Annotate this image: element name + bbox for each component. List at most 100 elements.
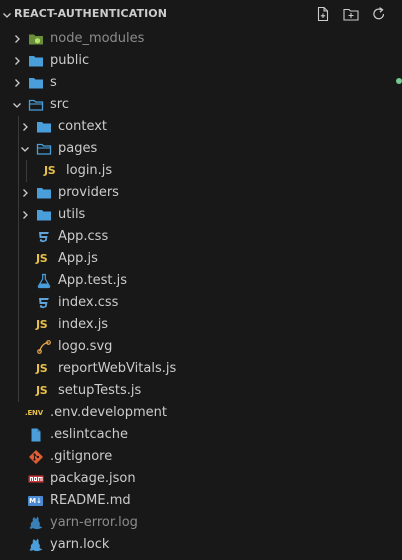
file-index-js[interactable]: JS index.js [0, 314, 402, 336]
folder-open-icon [36, 141, 52, 157]
js-badge-text: JS [44, 164, 56, 177]
folder-providers[interactable]: providers [0, 182, 402, 204]
js-badge-text: JS [36, 362, 48, 375]
npm-file-icon [28, 471, 44, 487]
explorer-title[interactable]: REACT-AUTHENTICATION [14, 7, 167, 20]
folder-icon [36, 185, 52, 201]
tree-item-label: login.js [66, 163, 113, 178]
file-setup-tests-js[interactable]: JS setupTests.js [0, 380, 402, 402]
tree-item-label: logo.svg [58, 339, 113, 354]
chevron-right-icon[interactable] [12, 78, 22, 88]
chevron-down-icon[interactable] [20, 144, 30, 154]
tree-item-label: App.js [58, 251, 98, 266]
tree-item-label: s [50, 75, 57, 90]
indent-guide [18, 270, 19, 292]
file-logo-svg[interactable]: logo.svg [0, 336, 402, 358]
file-app-test-js[interactable]: App.test.js [0, 270, 402, 292]
folder-src[interactable]: src [0, 94, 402, 116]
yarn-file-icon [28, 537, 44, 553]
git-file-icon [28, 449, 44, 465]
file-env-development[interactable]: .ENV .env.development [0, 402, 402, 424]
folder-s[interactable]: s [0, 72, 402, 94]
indent-guide [18, 226, 19, 248]
tree-item-label: index.js [58, 317, 109, 332]
js-file-icon: JS [36, 251, 52, 267]
env-file-icon: .ENV [25, 405, 44, 421]
css-file-icon [36, 295, 52, 311]
folder-icon [28, 53, 44, 69]
tree-item-label: public [50, 53, 90, 68]
tree-item-label: README.md [50, 493, 131, 508]
tree-item-label: App.css [58, 229, 109, 244]
svg-file-icon [36, 339, 52, 355]
js-badge-text: JS [36, 384, 48, 397]
tree-item-label: .gitignore [50, 449, 113, 464]
tree-item-label: yarn-error.log [50, 515, 138, 530]
tree-item-label: reportWebVitals.js [58, 361, 177, 376]
folder-public[interactable]: public [0, 50, 402, 72]
tree-item-label: .eslintcache [50, 427, 128, 442]
indent-guide [18, 116, 19, 138]
tree-item-label: providers [58, 185, 119, 200]
tree-item-label: node_modules [50, 31, 145, 46]
file-gitignore[interactable]: .gitignore [0, 446, 402, 468]
tree-item-label: index.css [58, 295, 119, 310]
refresh-icon[interactable] [370, 5, 388, 23]
file-readme-md[interactable]: M↓ README.md [0, 490, 402, 512]
env-badge-text: .ENV [25, 409, 43, 417]
file-yarn-error-log[interactable]: yarn-error.log [0, 512, 402, 534]
chevron-down-icon[interactable] [12, 100, 22, 110]
new-file-icon[interactable] [314, 5, 332, 23]
js-file-icon: JS [36, 317, 52, 333]
yarn-file-icon [28, 515, 44, 531]
file-package-json[interactable]: package.json [0, 468, 402, 490]
node-folder-icon [28, 31, 44, 47]
file-login-js[interactable]: JS login.js [0, 160, 402, 182]
chevron-right-icon[interactable] [12, 56, 22, 66]
indent-guide [18, 336, 19, 358]
chevron-right-icon[interactable] [20, 122, 30, 132]
folder-icon [36, 207, 52, 223]
tree-item-label: pages [58, 141, 98, 156]
indent-guide [18, 358, 19, 380]
test-flask-icon [36, 273, 52, 289]
chevron-right-icon[interactable] [20, 210, 30, 220]
js-file-icon: JS [44, 163, 60, 179]
indent-guide [18, 314, 19, 336]
chevron-right-icon[interactable] [20, 188, 30, 198]
chevron-right-icon[interactable] [12, 34, 22, 44]
file-eslintcache[interactable]: .eslintcache [0, 424, 402, 446]
tree-item-label: utils [58, 207, 86, 222]
indent-guide [18, 248, 19, 270]
file-app-js[interactable]: JS App.js [0, 248, 402, 270]
indent-guide [26, 160, 27, 182]
folder-node-modules[interactable]: node_modules [0, 28, 402, 50]
tree-item-label: context [58, 119, 107, 134]
file-index-css[interactable]: index.css [0, 292, 402, 314]
markdown-file-icon: M↓ [28, 493, 44, 509]
indent-guide [18, 292, 19, 314]
folder-pages[interactable]: pages [0, 138, 402, 160]
tree-item-label: setupTests.js [58, 383, 142, 398]
file-yarn-lock[interactable]: yarn.lock [0, 534, 402, 556]
js-file-icon: JS [36, 383, 52, 399]
tree-item-label: .env.development [50, 405, 167, 420]
markdown-badge-text: M↓ [28, 496, 43, 506]
tree-item-label: src [50, 97, 69, 112]
file-report-web-vitals-js[interactable]: JS reportWebVitals.js [0, 358, 402, 380]
chevron-down-icon[interactable] [2, 9, 12, 19]
indent-guide [18, 138, 19, 160]
js-file-icon: JS [36, 361, 52, 377]
folder-icon [36, 119, 52, 135]
file-app-css[interactable]: App.css [0, 226, 402, 248]
folder-context[interactable]: context [0, 116, 402, 138]
folder-open-icon [28, 97, 44, 113]
explorer-header: REACT-AUTHENTICATION [0, 0, 402, 28]
new-folder-icon[interactable] [342, 5, 360, 23]
file-tree: node_modules public s src context pages … [0, 28, 402, 556]
tree-item-label: package.json [50, 471, 136, 486]
folder-utils[interactable]: utils [0, 204, 402, 226]
js-badge-text: JS [36, 252, 48, 265]
tree-item-label: App.test.js [58, 273, 128, 288]
css-file-icon [36, 229, 52, 245]
